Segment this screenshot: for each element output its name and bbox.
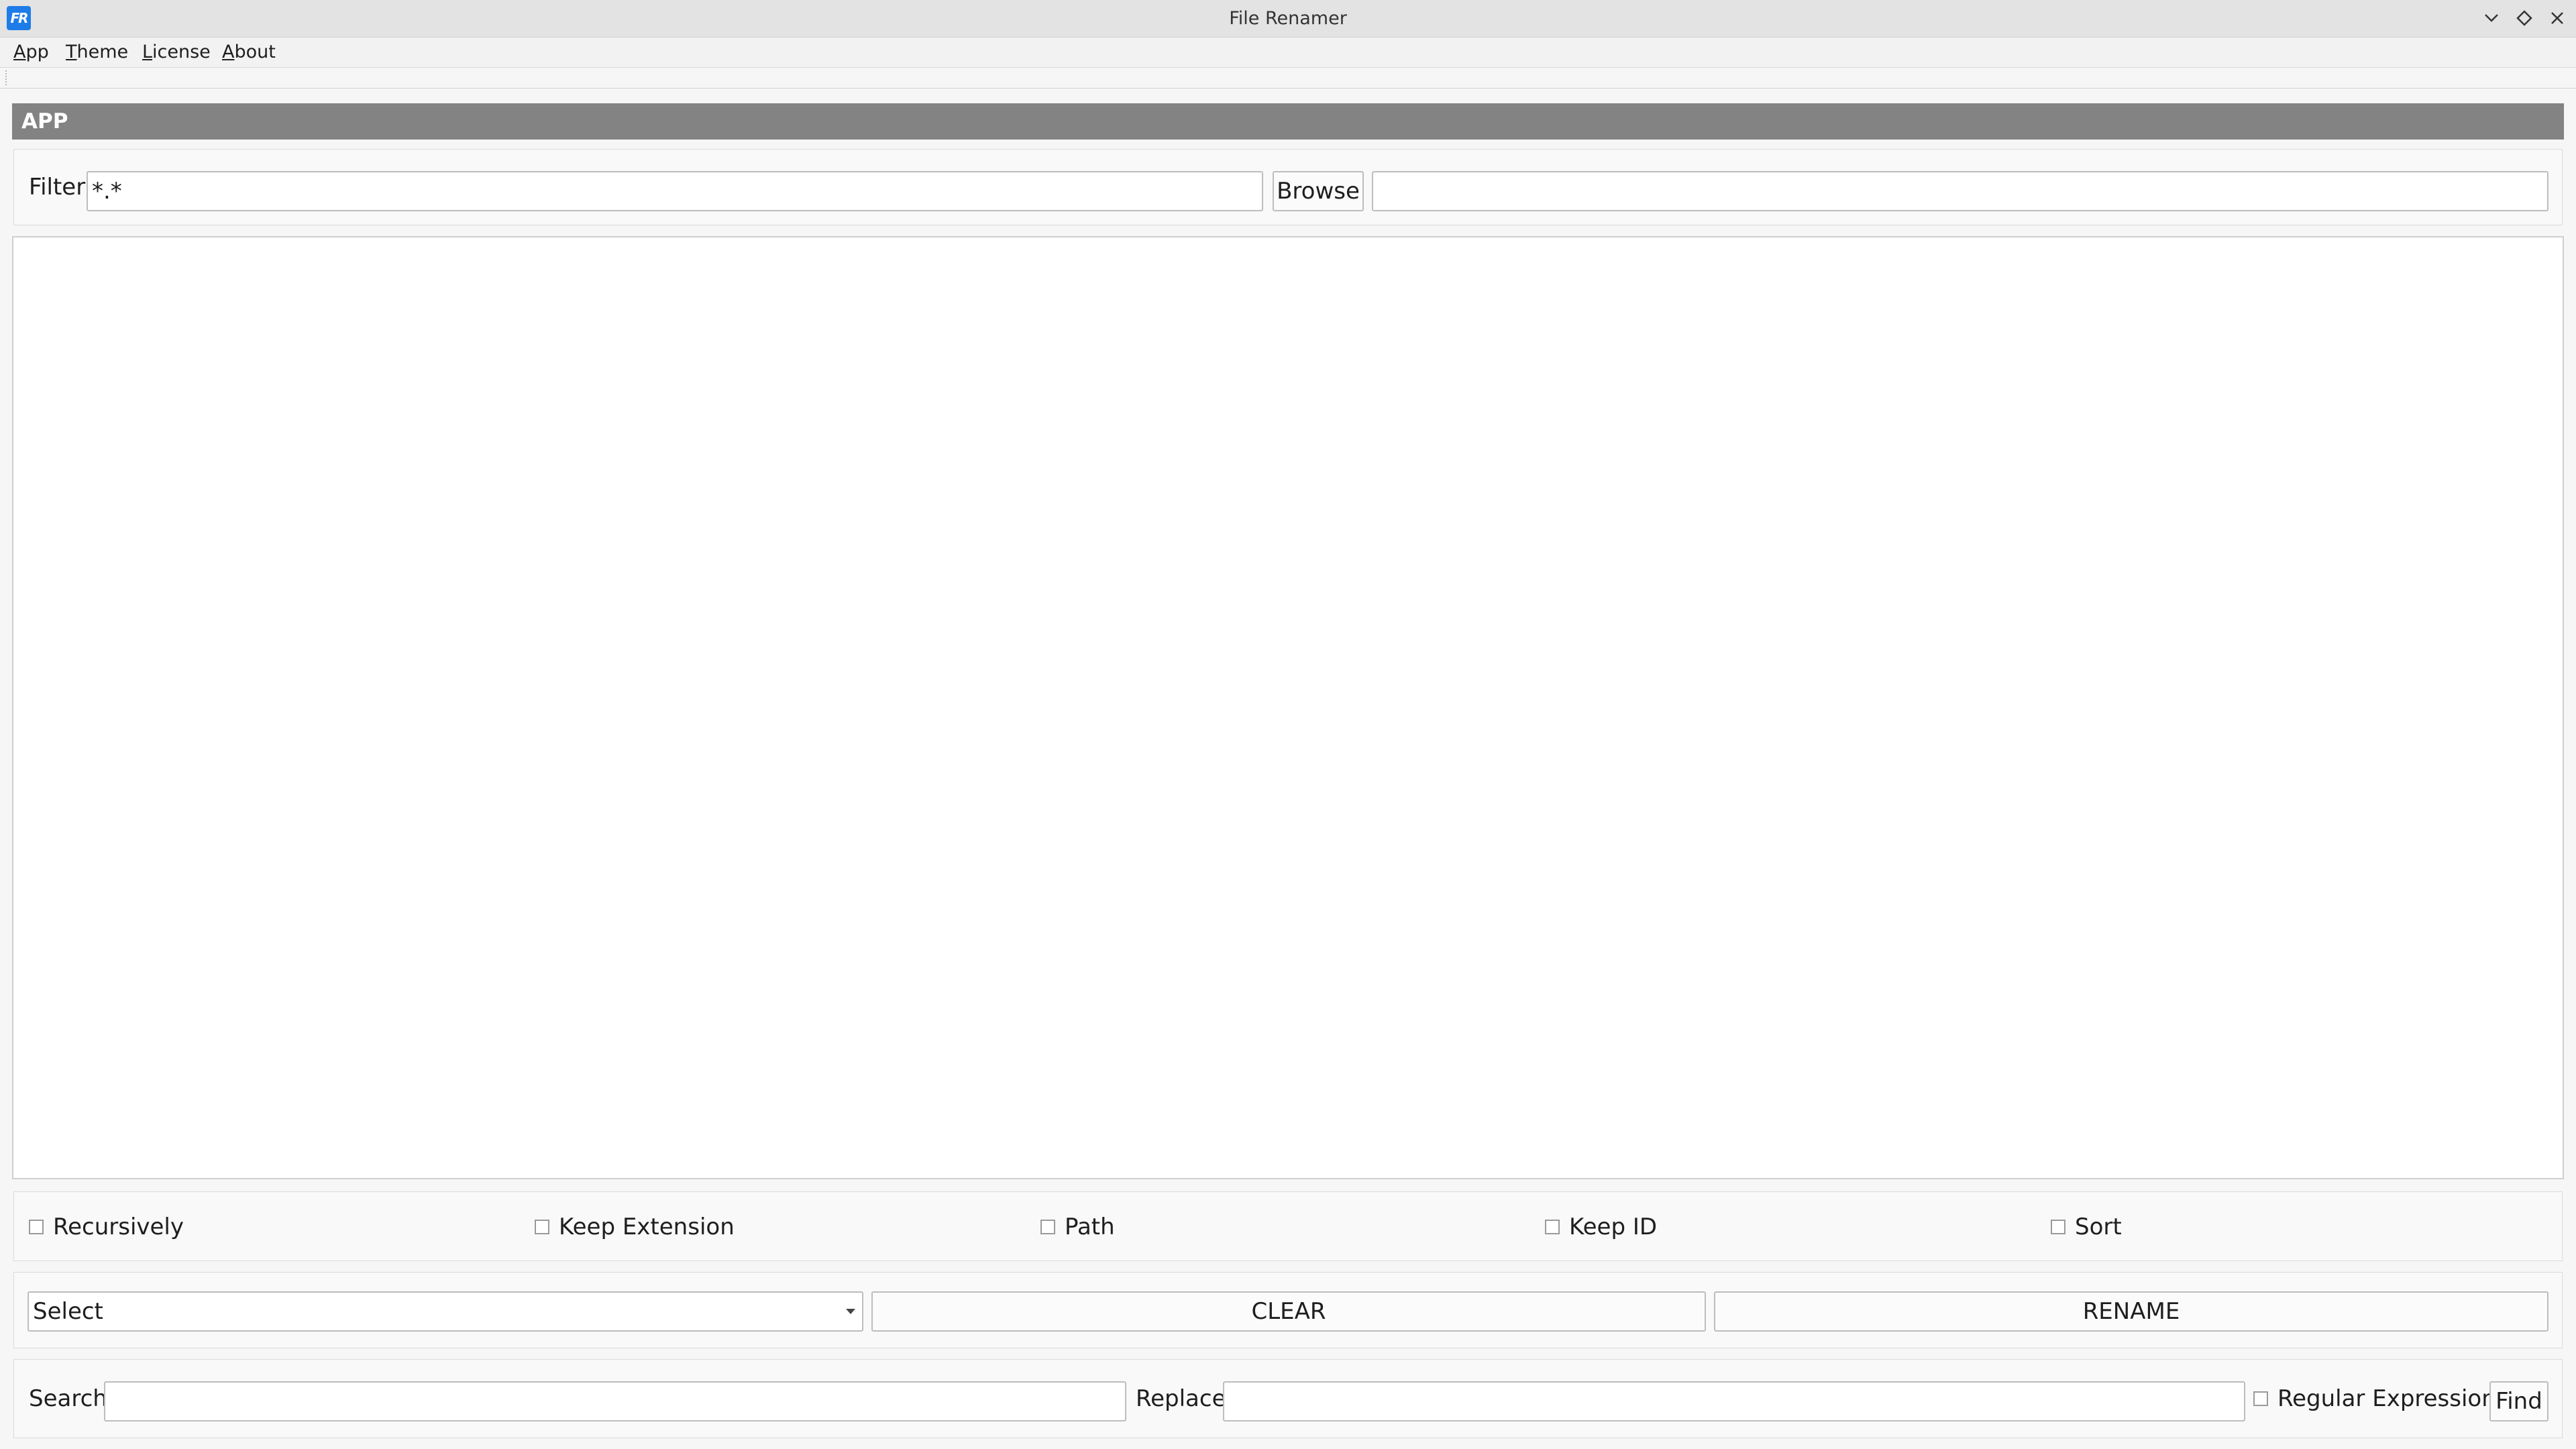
chevron-down-icon [2485,14,2498,22]
title-bar[interactable]: FR File Renamer [0,0,2576,38]
options-panel: Recursively Keep Extension Path Keep ID … [13,1191,2563,1261]
keep-id-checkbox[interactable]: Keep ID [1545,1214,1658,1240]
menu-bar: App Theme License About [0,38,2576,68]
search-panel: Search Replace Regular Expression Find [13,1359,2563,1438]
rename-mode-select[interactable]: Select [28,1291,863,1332]
filter-panel: Filter *.* Browse [13,149,2563,225]
filter-input[interactable]: *.* [87,171,1263,211]
toolbar [0,68,2576,89]
replace-label: Replace [1136,1385,1226,1412]
rename-button[interactable]: RENAME [1714,1291,2548,1332]
search-label: Search [29,1385,107,1412]
close-button[interactable] [2544,5,2570,31]
keep-extension-label: Keep Extension [559,1214,735,1240]
restore-button[interactable] [2512,5,2537,31]
menu-app[interactable]: App [13,38,49,67]
select-value: Select [33,1298,103,1325]
checkbox-box[interactable] [535,1220,549,1234]
path-label: Path [1065,1214,1115,1240]
sort-label: Sort [2075,1214,2122,1240]
clear-button[interactable]: CLEAR [871,1291,1706,1332]
close-icon [2551,12,2563,24]
menu-theme[interactable]: Theme [66,38,128,67]
keep-extension-checkbox[interactable]: Keep Extension [535,1214,735,1240]
find-button[interactable]: Find [2489,1381,2548,1421]
directory-path-input[interactable] [1372,171,2548,211]
checkbox-box[interactable] [1040,1220,1055,1234]
browse-button[interactable]: Browse [1273,171,1364,211]
sort-checkbox[interactable]: Sort [2051,1214,2122,1240]
checkbox-box[interactable] [1545,1220,1560,1234]
toolbar-grip-handle[interactable] [5,70,9,85]
menu-about[interactable]: About [222,38,276,67]
replace-input[interactable] [1223,1381,2245,1421]
recursively-label: Recursively [53,1214,184,1240]
recursively-checkbox[interactable]: Recursively [29,1214,184,1240]
checkbox-box[interactable] [29,1220,44,1234]
path-checkbox[interactable]: Path [1040,1214,1115,1240]
diamond-icon [2516,10,2532,26]
window-title: File Renamer [1229,8,1347,29]
minimize-button[interactable] [2479,5,2504,31]
chevron-down-icon [846,1309,855,1314]
keep-id-label: Keep ID [1569,1214,1658,1240]
menu-license[interactable]: License [142,38,211,67]
actions-panel: Select CLEAR RENAME [13,1272,2563,1348]
checkbox-box[interactable] [2253,1391,2268,1406]
file-renamer-window: FR File Renamer App Theme License About … [0,0,2576,1449]
search-input[interactable] [104,1381,1126,1421]
regular-expression-checkbox[interactable]: Regular Expression [2253,1385,2496,1412]
checkbox-box[interactable] [2051,1220,2065,1234]
file-list[interactable] [12,236,2564,1179]
filter-label: Filter [29,174,86,201]
section-header-app: APP [12,103,2564,140]
regular-expression-label: Regular Expression [2277,1385,2496,1412]
